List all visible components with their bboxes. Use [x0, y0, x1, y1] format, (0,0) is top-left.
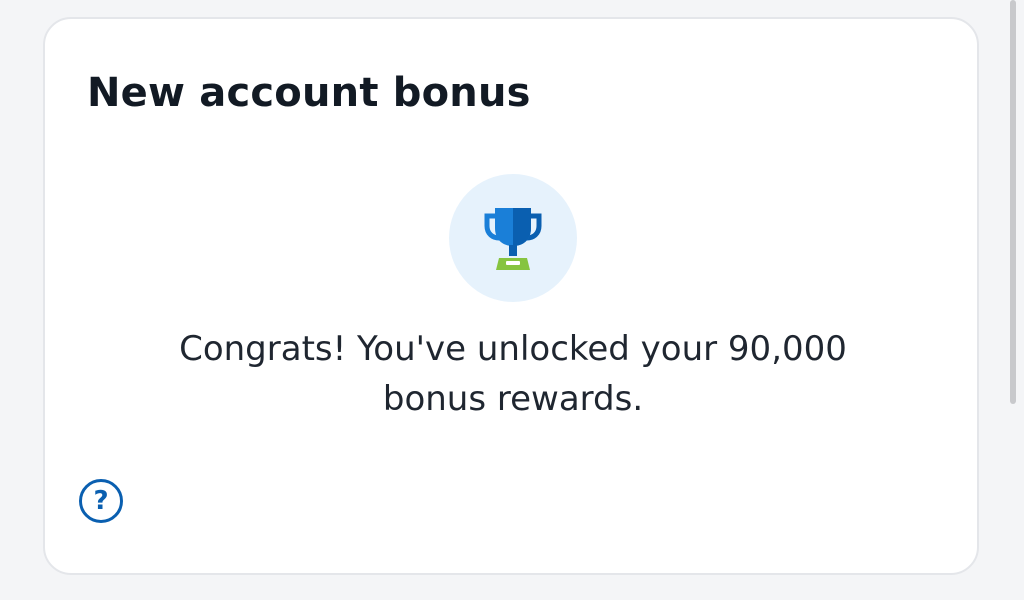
new-account-bonus-card: New account bonus Congrats! You've unloc… [43, 17, 979, 575]
card-title: New account bonus [87, 70, 531, 116]
trophy-icon [484, 208, 542, 270]
trophy-badge [449, 174, 577, 302]
help-button[interactable]: ? [79, 479, 123, 523]
bonus-message: Congrats! You've unlocked your 90,000 bo… [179, 329, 847, 419]
app-viewport: New account bonus Congrats! You've unloc… [0, 0, 1024, 600]
question-circle-icon: ? [93, 486, 109, 516]
scrollbar-thumb[interactable] [1010, 0, 1016, 404]
